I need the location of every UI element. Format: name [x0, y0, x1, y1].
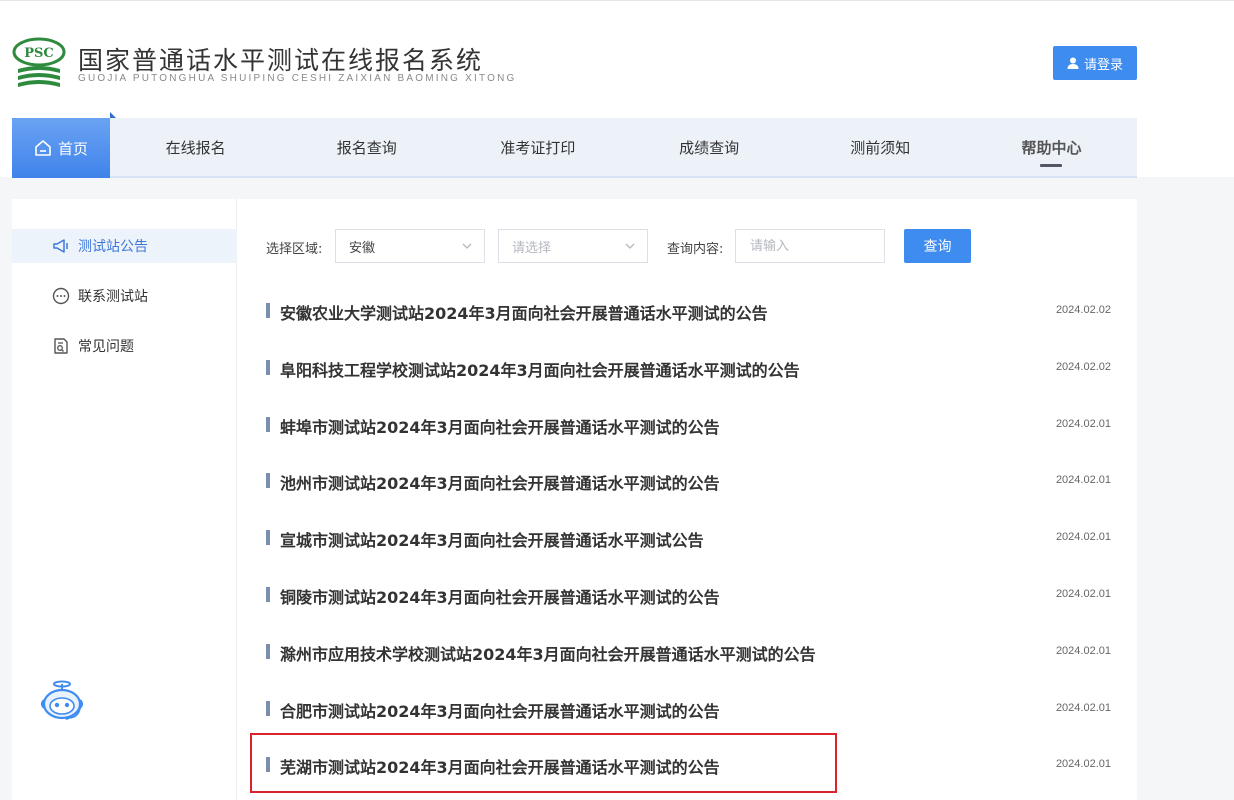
search-button[interactable]: 查询: [904, 229, 971, 263]
notice-title[interactable]: 蚌埠市测试站2024年3月面向社会开展普通话水平测试的公告: [280, 414, 720, 438]
list-bullet: [266, 586, 270, 602]
nav-home[interactable]: 首页: [12, 112, 116, 178]
list-bullet: [266, 530, 270, 546]
list-item[interactable]: 池州市测试站2024年3月面向社会开展普通话水平测试的公告 2024.02.01: [266, 453, 1111, 510]
chevron-down-icon: [625, 243, 635, 249]
chat-bubble-icon: [52, 287, 70, 305]
list-item[interactable]: 阜阳科技工程学校测试站2024年3月面向社会开展普通话水平测试的公告 2024.…: [266, 340, 1111, 397]
notice-date: 2024.02.01: [1055, 701, 1111, 714]
notice-title[interactable]: 阜阳科技工程学校测试站2024年3月面向社会开展普通话水平测试的公告: [280, 357, 800, 381]
list-bullet: [266, 416, 270, 432]
login-label: 请登录: [1083, 57, 1123, 73]
chat-assistant-robot-icon[interactable]: [38, 680, 86, 722]
main-nav: 首页 在线报名 报名查询 准考证打印 成绩查询 测前须知 帮助中心: [12, 112, 1137, 178]
nav-registration-query[interactable]: 报名查询: [281, 118, 452, 176]
nav-home-label: 首页: [57, 139, 88, 158]
list-bullet: [266, 359, 270, 375]
query-label: 查询内容:: [667, 242, 724, 257]
notice-list: 安徽农业大学测试站2024年3月面向社会开展普通话水平测试的公告 2024.02…: [266, 283, 1111, 794]
notice-title[interactable]: 芜湖市测试站2024年3月面向社会开展普通话水平测试的公告: [280, 754, 720, 778]
list-item[interactable]: 合肥市测试站2024年3月面向社会开展普通话水平测试的公告 2024.02.01: [266, 681, 1111, 738]
nav-admission-ticket-print[interactable]: 准考证打印: [452, 118, 623, 176]
notice-date: 2024.02.01: [1055, 758, 1111, 771]
notice-title[interactable]: 合肥市测试站2024年3月面向社会开展普通话水平测试的公告: [280, 698, 720, 722]
sidebar-item-label: 常见问题: [78, 339, 134, 355]
list-bullet: [266, 473, 270, 489]
psc-logo-icon: PSC: [12, 37, 66, 87]
sidebar: 测试站公告 联系测试站 常见问题: [12, 199, 237, 800]
city-select[interactable]: 请选择: [498, 229, 648, 263]
list-bullet: [266, 757, 270, 773]
list-bullet: [266, 643, 270, 659]
notice-date: 2024.02.01: [1055, 474, 1111, 487]
nav-help-center[interactable]: 帮助中心: [966, 118, 1137, 176]
sidebar-item-contact-station[interactable]: 联系测试站: [12, 279, 237, 313]
chevron-down-icon: [462, 243, 472, 249]
content-panel: 测试站公告 联系测试站 常见问题 选择区域: 安徽 请选择 查询内容: 请输入 …: [12, 199, 1137, 800]
document-search-icon: [54, 338, 68, 354]
site-subtitle: GUOJIA PUTONGHUA SHUIPING CESHI ZAIXIAN …: [78, 73, 517, 84]
nav-online-registration[interactable]: 在线报名: [110, 118, 281, 176]
list-item[interactable]: 宣城市测试站2024年3月面向社会开展普通话水平测试公告 2024.02.01: [266, 510, 1111, 567]
home-icon: [35, 140, 51, 156]
user-icon: [1067, 57, 1079, 69]
notice-date: 2024.02.02: [1055, 360, 1111, 373]
notice-title[interactable]: 安徽农业大学测试站2024年3月面向社会开展普通话水平测试的公告: [280, 300, 768, 324]
list-item[interactable]: 铜陵市测试站2024年3月面向社会开展普通话水平测试的公告 2024.02.01: [266, 567, 1111, 624]
province-select[interactable]: 安徽: [335, 229, 485, 263]
nav-pretest-notes[interactable]: 测前须知: [795, 118, 966, 176]
notice-title[interactable]: 宣城市测试站2024年3月面向社会开展普通话水平测试公告: [280, 527, 704, 551]
region-label: 选择区域:: [266, 242, 323, 257]
svg-text:PSC: PSC: [24, 46, 54, 61]
login-button[interactable]: 请登录: [1053, 46, 1137, 80]
sidebar-item-label: 测试站公告: [78, 239, 148, 255]
sidebar-item-label: 联系测试站: [78, 289, 148, 305]
list-item[interactable]: 芜湖市测试站2024年3月面向社会开展普通话水平测试的公告 2024.02.01: [266, 737, 1111, 794]
list-item[interactable]: 蚌埠市测试站2024年3月面向社会开展普通话水平测试的公告 2024.02.01: [266, 397, 1111, 454]
nav-score-query[interactable]: 成绩查询: [624, 118, 795, 176]
notice-date: 2024.02.01: [1055, 587, 1111, 600]
province-value: 安徽: [349, 240, 376, 256]
query-input[interactable]: [735, 229, 885, 263]
notice-date: 2024.02.02: [1055, 304, 1111, 316]
notice-title[interactable]: 铜陵市测试站2024年3月面向社会开展普通话水平测试的公告: [280, 584, 720, 608]
site-title: 国家普通话水平测试在线报名系统: [78, 46, 484, 75]
notice-title[interactable]: 池州市测试站2024年3月面向社会开展普通话水平测试的公告: [280, 470, 720, 494]
notice-date: 2024.02.01: [1055, 644, 1111, 657]
sidebar-item-faq[interactable]: 常见问题: [12, 329, 237, 363]
list-item[interactable]: 安徽农业大学测试站2024年3月面向社会开展普通话水平测试的公告 2024.02…: [266, 283, 1111, 340]
site-header: PSC 国家普通话水平测试在线报名系统 GUOJIA PUTONGHUA SHU…: [0, 0, 1234, 178]
notice-date: 2024.02.01: [1055, 531, 1111, 544]
megaphone-icon: [53, 239, 68, 253]
sidebar-item-station-notices[interactable]: 测试站公告: [12, 229, 237, 263]
notice-title[interactable]: 滁州市应用技术学校测试站2024年3月面向社会开展普通话水平测试的公告: [280, 641, 816, 665]
list-bullet: [266, 700, 270, 716]
list-item[interactable]: 滁州市应用技术学校测试站2024年3月面向社会开展普通话水平测试的公告 2024…: [266, 624, 1111, 681]
notice-date: 2024.02.01: [1055, 417, 1111, 430]
list-bullet: [266, 303, 270, 318]
city-placeholder: 请选择: [512, 240, 552, 256]
